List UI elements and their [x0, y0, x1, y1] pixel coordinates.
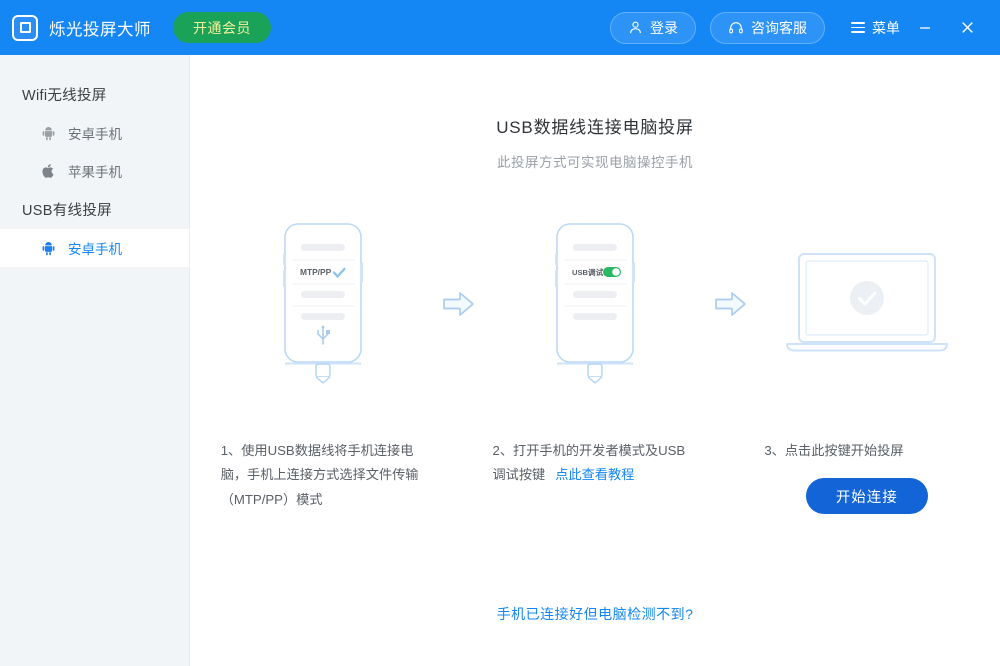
sidebar-item-wifi-apple[interactable]: 苹果手机 [0, 152, 189, 190]
step-3: 3、点击此按键开始投屏 开始连接 [764, 219, 970, 515]
steps-container: MTP/PP 1、使用USB数据线将手机连接电脑，手机上连接方式选择文件传输（M… [190, 219, 1000, 515]
vip-upgrade-button[interactable]: 开通会员 [173, 12, 271, 43]
login-button[interactable]: 登录 [610, 11, 696, 44]
headset-icon [728, 20, 744, 36]
support-label: 咨询客服 [751, 19, 807, 36]
app-title: 烁光投屏大师 [49, 20, 151, 39]
sidebar-item-label: 安卓手机 [68, 127, 122, 142]
window-body: Wifi无线投屏 安卓手机 苹果手机 USB有线投屏 安卓手机 USB数据线连接… [0, 55, 1000, 666]
sidebar-item-wifi-android[interactable]: 安卓手机 [0, 114, 189, 152]
svg-text:MTP/PP: MTP/PP [300, 267, 332, 277]
step-2: USB调试 2、打开手机的开发者模式及USB调试按键 点此查看教程 [492, 219, 698, 488]
arrow-right-icon [715, 292, 746, 316]
step-2-text: 2、打开手机的开发者模式及USB调试按键 点此查看教程 [493, 439, 698, 488]
tutorial-link[interactable]: 点此查看教程 [555, 467, 634, 482]
android-icon [40, 240, 57, 257]
title-bar: 烁光投屏大师 开通会员 登录 咨询客服 菜单 [0, 0, 1000, 55]
phone-mtp-illustration: MTP/PP [275, 219, 371, 389]
android-icon [40, 125, 57, 142]
sidebar: Wifi无线投屏 安卓手机 苹果手机 USB有线投屏 安卓手机 [0, 55, 190, 666]
step-3-label: 3、点击此按键开始投屏 [764, 443, 904, 458]
main-content: USB数据线连接电脑投屏 此投屏方式可实现电脑操控手机 MTP/PP 1、使用U… [190, 55, 1000, 666]
sidebar-group-wifi: Wifi无线投屏 [22, 88, 107, 104]
laptop-success-illustration [781, 219, 953, 389]
sidebar-item-label: 安卓手机 [68, 242, 122, 257]
menu-button[interactable]: 菜单 [851, 18, 900, 38]
phone-usb-debug-illustration: USB调试 [547, 219, 643, 389]
support-button[interactable]: 咨询客服 [710, 11, 825, 44]
sidebar-item-usb-android[interactable]: 安卓手机 [0, 229, 189, 267]
menu-label: 菜单 [872, 19, 900, 36]
app-window: 烁光投屏大师 开通会员 登录 咨询客服 菜单 Wifi无线投屏 安卓手机 苹果手… [0, 0, 1000, 666]
svg-text:USB调试: USB调试 [572, 267, 604, 277]
app-logo-icon [12, 14, 38, 41]
start-connection-button[interactable]: 开始连接 [805, 478, 928, 515]
step-1-text: 1、使用USB数据线将手机连接电脑，手机上连接方式选择文件传输（MTP/PP）模… [220, 443, 419, 507]
troubleshoot-link[interactable]: 手机已连接好但电脑检测不到? [190, 604, 1000, 624]
arrow-2 [698, 219, 763, 389]
page-title: USB数据线连接电脑投屏 [496, 118, 694, 137]
minimize-button[interactable] [908, 11, 942, 45]
sidebar-group-usb: USB有线投屏 [22, 203, 112, 219]
apple-icon [40, 163, 57, 180]
page-subtitle: 此投屏方式可实现电脑操控手机 [497, 155, 693, 170]
arrow-right-icon [443, 292, 474, 316]
hamburger-icon [851, 22, 865, 33]
step-3-text: 3、点击此按键开始投屏 开始连接 [764, 439, 969, 515]
titlebar-actions: 登录 咨询客服 菜单 [596, 11, 984, 45]
close-button[interactable] [950, 11, 984, 45]
arrow-1 [426, 219, 491, 389]
close-icon [961, 22, 973, 33]
user-icon [628, 20, 643, 35]
minimize-icon [920, 26, 930, 29]
step-1: MTP/PP 1、使用USB数据线将手机连接电脑，手机上连接方式选择文件传输（M… [220, 219, 426, 512]
login-label: 登录 [650, 19, 678, 36]
sidebar-item-label: 苹果手机 [68, 165, 122, 180]
